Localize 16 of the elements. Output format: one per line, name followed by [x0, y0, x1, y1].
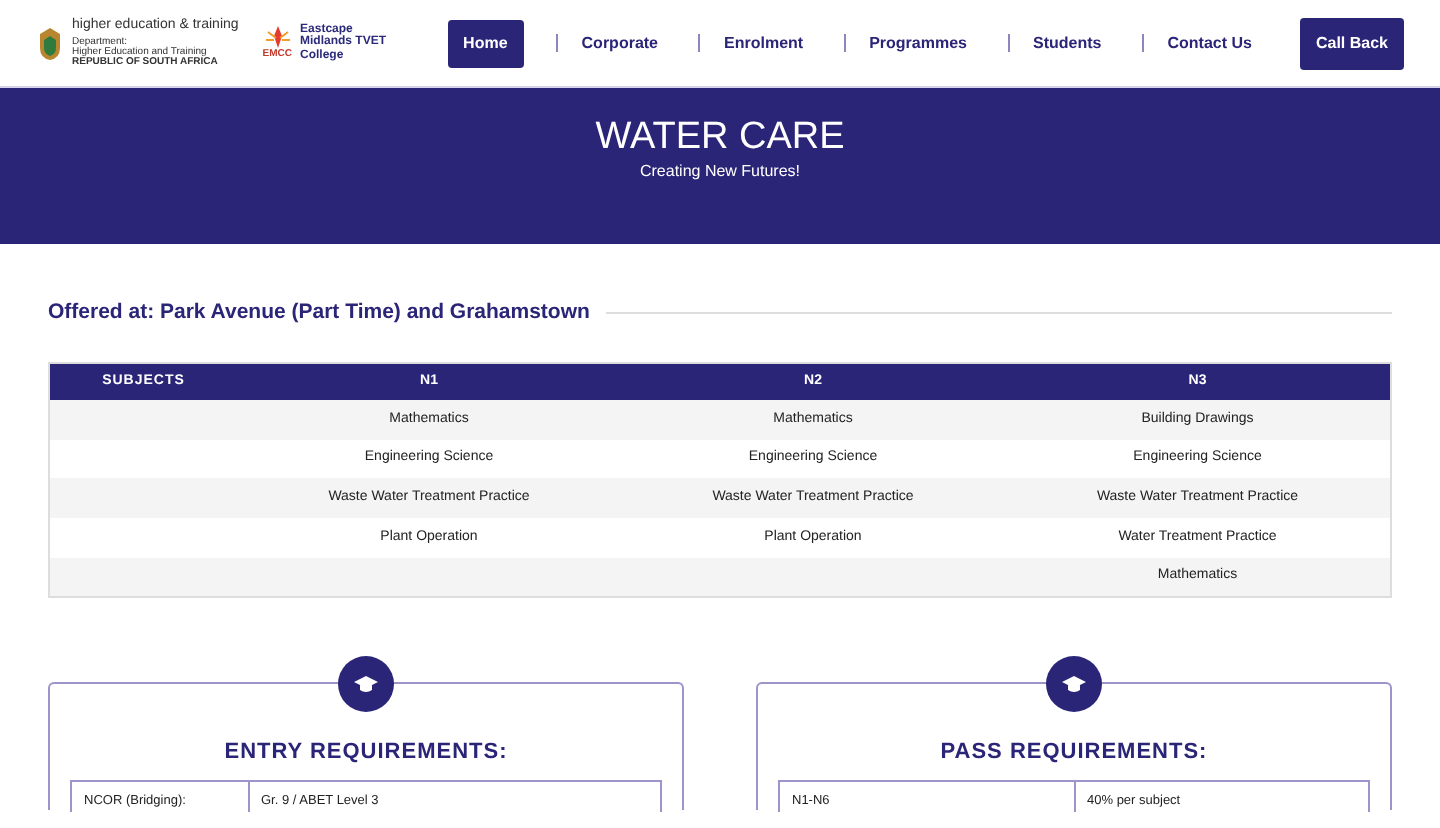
- banner-subtitle: Creating New Futures!: [637, 159, 803, 184]
- panel-title: PASS REQUIREMENTS:: [938, 737, 1210, 768]
- coat-of-arms-icon: [36, 25, 64, 61]
- call-back-button[interactable]: Call Back: [1299, 17, 1404, 69]
- graduation-cap-icon: [338, 655, 394, 712]
- flame-logo-icon: [265, 25, 290, 50]
- nav-link[interactable]: Programmes: [853, 19, 983, 67]
- nav-link[interactable]: Contact Us: [1151, 19, 1268, 67]
- graduation-cap-icon: [1046, 655, 1102, 712]
- banner-title: WATER CARE: [593, 118, 847, 160]
- nav-link[interactable]: Students: [1017, 19, 1118, 67]
- nav-link[interactable]: Corporate: [565, 19, 675, 67]
- panel-title: ENTRY REQUIREMENTS:: [222, 737, 510, 768]
- nav-link[interactable]: Enrolment: [708, 19, 820, 67]
- section-heading: Offered at: Park Avenue (Part Time) and Grahamstown: [48, 298, 590, 328]
- nav-link[interactable]: Home: [447, 19, 524, 67]
